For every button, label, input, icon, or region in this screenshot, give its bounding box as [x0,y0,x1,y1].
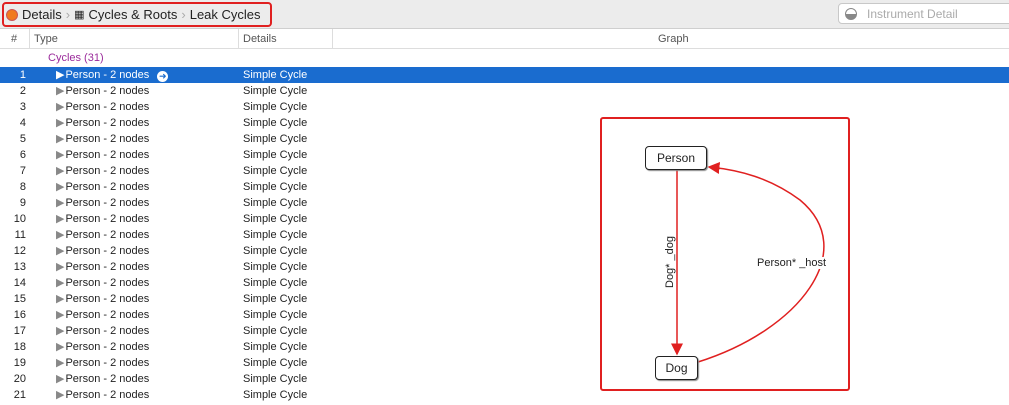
edge-label-host: Person* _host [757,257,827,269]
graph-edges [671,162,825,363]
graph-node-dog[interactable]: Dog [655,356,698,380]
edge-label-dog: Dog* _dog [664,236,676,288]
graph-node-person[interactable]: Person [645,146,707,170]
